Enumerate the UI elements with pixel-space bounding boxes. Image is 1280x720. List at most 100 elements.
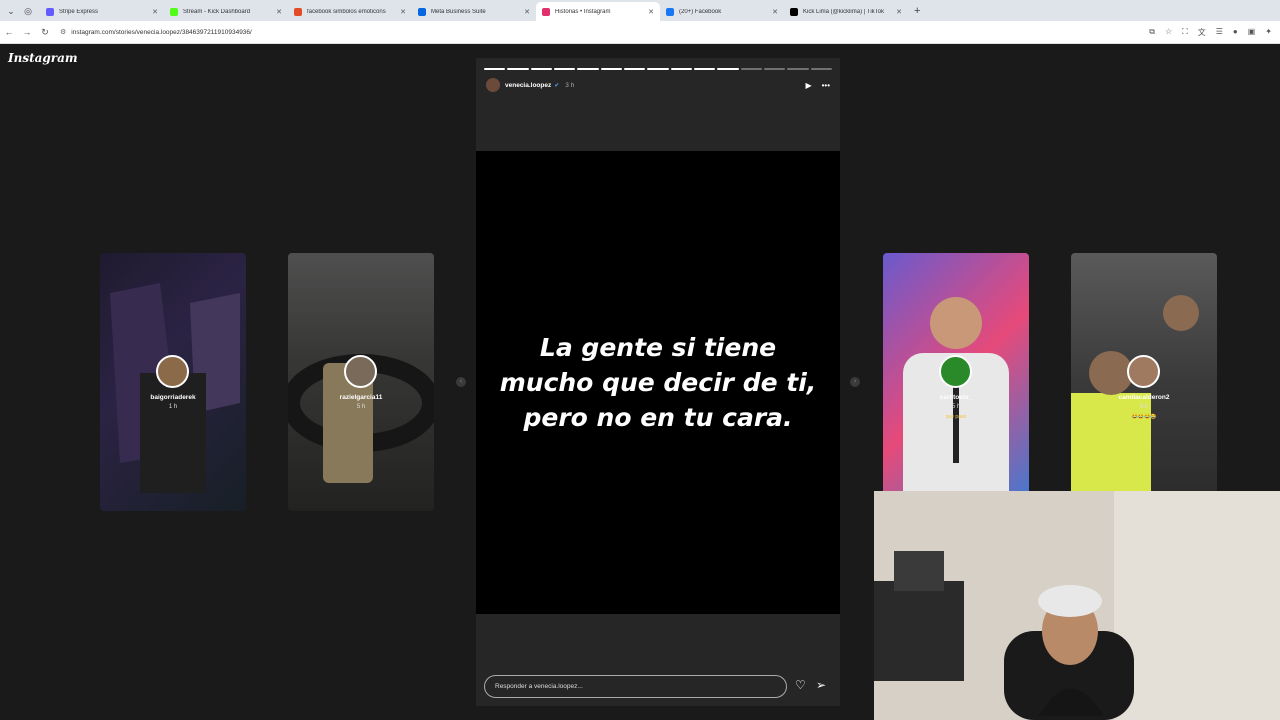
translate-icon[interactable]: 文 bbox=[1198, 27, 1206, 38]
story-preview-left-1[interactable]: baigorriaderek 1 h bbox=[100, 253, 246, 511]
progress-segment bbox=[787, 68, 809, 70]
tab-close-icon[interactable]: ✕ bbox=[400, 8, 406, 16]
browser-tab-bar: ⌄ ◎ Stripe Express ✕ Stream - Kick Dashboa… bbox=[0, 0, 1280, 21]
story-content[interactable]: La gente si tiene mucho que decir de ti,… bbox=[476, 151, 840, 614]
progress-segment bbox=[717, 68, 739, 70]
extension-icon[interactable]: ☰ bbox=[1216, 27, 1223, 38]
bookmark-star-icon[interactable]: ☆ bbox=[1165, 27, 1172, 38]
progress-segment bbox=[647, 68, 669, 70]
url-text: instagram.com/stories/venecia.loopez/384… bbox=[71, 28, 252, 36]
active-story: venecia.loopez ✔ 3 h ▶ ••• La gente si t… bbox=[476, 58, 840, 706]
tab-favicon-icon bbox=[666, 7, 674, 16]
tab-favicon-icon bbox=[418, 7, 426, 16]
progress-segment bbox=[600, 68, 622, 70]
previous-story-arrow-icon[interactable]: ‹ bbox=[456, 377, 466, 387]
tab-favicon-icon bbox=[46, 7, 54, 16]
story-time: 1 h bbox=[168, 404, 178, 410]
progress-segment bbox=[740, 68, 762, 70]
tab-label: Stripe Express bbox=[59, 8, 99, 15]
url-field[interactable]: ⚙ instagram.com/stories/venecia.loopez/3… bbox=[60, 28, 252, 37]
story-time: 5 h bbox=[356, 404, 366, 410]
tab-label: Meta Business Suite bbox=[431, 8, 486, 15]
tab-favicon-icon bbox=[170, 7, 178, 16]
extensions-area: ⧉ ☆ ⛶ 文 ☰ ● ▣ ✦ bbox=[1149, 27, 1272, 38]
browser-tab[interactable]: Stripe Express ✕ bbox=[40, 2, 164, 21]
story-label: que paso bbox=[945, 414, 967, 420]
story-username: camilacalderon2 bbox=[1118, 394, 1170, 401]
story-header: venecia.loopez ✔ 3 h ▶ ••• bbox=[486, 77, 830, 93]
tab-close-icon[interactable]: ✕ bbox=[896, 8, 902, 16]
tab-favicon-icon bbox=[790, 7, 798, 16]
tab-favicon-icon bbox=[294, 7, 302, 16]
story-time: 5 h bbox=[951, 404, 961, 410]
browser-tab[interactable]: Stream - Kick Dashboard ✕ bbox=[164, 2, 288, 21]
more-options-icon[interactable]: ••• bbox=[822, 81, 830, 90]
address-bar: ← → ↻ ⚙ instagram.com/stories/venecia.lo… bbox=[0, 21, 1280, 44]
browser-tab[interactable]: facebook simbolos emoticons ✕ bbox=[288, 2, 412, 21]
progress-segment bbox=[507, 68, 529, 70]
forward-icon[interactable]: → bbox=[18, 27, 36, 37]
new-tab-button[interactable]: + bbox=[914, 5, 920, 17]
progress-segment bbox=[577, 68, 599, 70]
tab-strip: Stripe Express ✕ Stream - Kick Dashboard ✕ f… bbox=[40, 0, 908, 21]
next-story-arrow-icon[interactable]: › bbox=[850, 377, 860, 387]
story-username: carlitostv_ bbox=[939, 394, 973, 401]
progress-segment bbox=[693, 68, 716, 70]
story-username: baigorriaderek bbox=[150, 394, 196, 401]
back-icon[interactable]: ← bbox=[0, 27, 18, 37]
avatar bbox=[156, 355, 189, 388]
browser-tab[interactable]: (20+) Facebook ✕ bbox=[660, 2, 784, 21]
story-controls: ▶ ••• bbox=[805, 81, 830, 90]
install-icon[interactable]: ⧉ bbox=[1149, 27, 1155, 38]
instagram-logo[interactable]: Instagram bbox=[8, 51, 78, 65]
record-icon[interactable]: ● bbox=[1233, 27, 1238, 38]
browser-tab[interactable]: Kick Lima (@kicklima) | TikTok ✕ bbox=[784, 2, 908, 21]
story-time: 9 h bbox=[1139, 404, 1149, 410]
tab-label: facebook simbolos emoticons bbox=[307, 8, 386, 15]
tab-favicon-icon bbox=[542, 7, 550, 16]
tab-close-icon[interactable]: ✕ bbox=[152, 8, 158, 16]
tab-close-icon[interactable]: ✕ bbox=[524, 8, 530, 16]
tab-close-icon[interactable]: ✕ bbox=[772, 8, 778, 16]
reload-icon[interactable]: ↻ bbox=[36, 27, 54, 38]
site-info-icon[interactable]: ⚙ bbox=[60, 28, 66, 36]
tab-label: (20+) Facebook bbox=[679, 8, 722, 15]
verified-badge-icon: ✔ bbox=[554, 82, 560, 89]
story-preview-right-2[interactable]: camilacalderon2 9 h 😂😂😂😂 bbox=[1071, 253, 1217, 511]
tab-label: Historias • Instagram bbox=[555, 8, 611, 15]
tab-label: Kick Lima (@kicklima) | TikTok bbox=[803, 8, 884, 15]
sidepanel-icon[interactable]: ▣ bbox=[1248, 27, 1256, 38]
browser-tab[interactable]: Meta Business Suite ✕ bbox=[412, 2, 536, 21]
browser-tab[interactable]: Historias • Instagram ✕ bbox=[536, 2, 660, 21]
story-preview-left-2[interactable]: razielgarcia11 5 h bbox=[288, 253, 434, 511]
like-heart-icon[interactable]: ♡ bbox=[795, 678, 806, 692]
play-icon[interactable]: ▶ bbox=[805, 81, 811, 90]
story-text: La gente si tiene mucho que decir de ti,… bbox=[499, 333, 817, 432]
progress-segment bbox=[484, 68, 506, 70]
tab-search-icon[interactable]: ⌄ bbox=[5, 5, 17, 17]
tab-group-icon[interactable]: ◎ bbox=[22, 5, 34, 17]
story-label: 😂😂😂😂 bbox=[1131, 414, 1157, 420]
story-preview-right-1[interactable]: carlitostv_ 5 h que paso bbox=[883, 253, 1029, 511]
story-time: 3 h bbox=[565, 81, 575, 89]
tab-label: Stream - Kick Dashboard bbox=[183, 8, 251, 15]
story-progress-bar bbox=[484, 68, 832, 70]
progress-segment bbox=[810, 68, 832, 70]
progress-segment bbox=[670, 68, 692, 70]
screenshot-icon[interactable]: ⛶ bbox=[1182, 27, 1188, 38]
progress-segment bbox=[530, 68, 552, 70]
avatar bbox=[344, 355, 377, 388]
story-username[interactable]: venecia.loopez bbox=[505, 82, 551, 89]
tab-close-icon[interactable]: ✕ bbox=[648, 8, 654, 16]
webcam-video bbox=[874, 491, 1280, 720]
reply-input[interactable]: Responder a venecia.loopez... bbox=[484, 675, 787, 698]
progress-segment bbox=[763, 68, 786, 70]
tab-close-icon[interactable]: ✕ bbox=[276, 8, 282, 16]
share-send-icon[interactable]: ➢ bbox=[816, 678, 826, 692]
puzzle-icon[interactable]: ✦ bbox=[1265, 27, 1272, 38]
story-username: razielgarcia11 bbox=[339, 394, 383, 401]
avatar[interactable] bbox=[486, 78, 500, 92]
progress-segment bbox=[623, 68, 646, 70]
avatar bbox=[939, 355, 972, 388]
avatar bbox=[1127, 355, 1160, 388]
